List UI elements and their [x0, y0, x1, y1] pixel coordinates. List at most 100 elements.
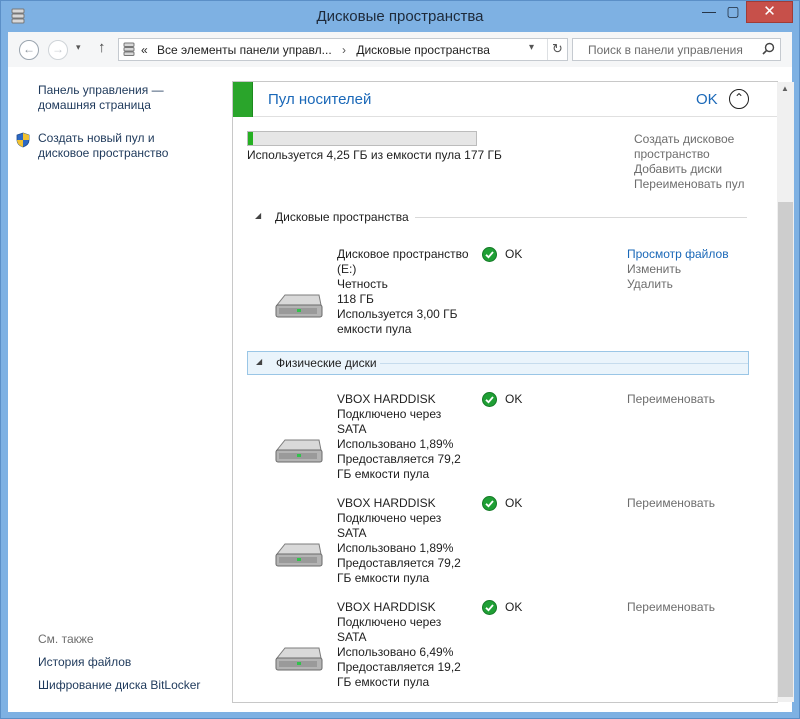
detail-line: Подключено через: [337, 615, 442, 629]
refresh-button[interactable]: ↻: [547, 39, 567, 60]
breadcrumb-overflow[interactable]: «: [141, 43, 148, 57]
pool-usage-text: Используется 4,25 ГБ из емкости пула 177…: [247, 148, 502, 162]
pool-header: Пул носителей OK ⌃: [233, 82, 777, 117]
detail-line: Предоставляется 79,2: [337, 556, 461, 570]
pool-usage-fill: [248, 132, 253, 145]
status-text: OK: [505, 600, 523, 614]
ok-check-icon: [482, 600, 497, 615]
group-divider: [380, 363, 748, 364]
detail-line: ГБ емкости пула: [337, 571, 430, 585]
status-text: OK: [505, 247, 523, 261]
pool-title: Пул носителей: [268, 91, 372, 108]
detail-line: ГБ емкости пула: [337, 675, 430, 689]
change-link[interactable]: Изменить: [627, 262, 681, 277]
status-text: OK: [505, 392, 523, 406]
disk-details: VBOX HARDDISK Подключено через SATA Испо…: [337, 496, 461, 586]
storage-space-details: Дисковое пространство (E:) Четность 118 …: [337, 247, 469, 337]
address-dropdown[interactable]: ▾: [529, 42, 534, 53]
navigation-bar: ← → ▾ ↑ « Все элементы панели управл... …: [8, 32, 792, 67]
hard-drive-icon: [275, 647, 323, 671]
search-input[interactable]: Поиск в панели управления: [588, 43, 743, 57]
breadcrumb-all-items[interactable]: Все элементы панели управл...: [157, 43, 332, 57]
scroll-up-arrow[interactable]: ▲: [781, 84, 789, 93]
create-pool-link[interactable]: Создать новый пул и дисковое пространств…: [38, 131, 168, 161]
breadcrumb: « Все элементы панели управл... › Дисков…: [141, 43, 490, 57]
rename-disk-link[interactable]: Переименовать: [627, 392, 715, 407]
link-line: Панель управления —: [38, 83, 164, 97]
rename-disk-link[interactable]: Переименовать: [627, 600, 715, 615]
rename-pool-link[interactable]: Переименовать пул: [634, 177, 745, 192]
scrollbar-thumb[interactable]: [778, 202, 793, 697]
detail-line: Дисковое пространство: [337, 247, 469, 261]
physical-disk-item[interactable]: VBOX HARDDISK Подключено через SATA Испо…: [247, 496, 749, 596]
expand-triangle-icon[interactable]: ◢: [255, 211, 261, 220]
breadcrumb-storage-spaces[interactable]: Дисковые пространства: [356, 43, 490, 57]
detail-line: Четность: [337, 277, 388, 291]
link-line: пространство: [634, 147, 710, 161]
hard-drive-icon: [275, 439, 323, 463]
link-line: домашняя страница: [38, 98, 151, 112]
bitlocker-link[interactable]: Шифрование диска BitLocker: [38, 678, 200, 693]
pool-status: OK: [696, 91, 718, 108]
back-button[interactable]: ←: [19, 40, 39, 60]
group-divider: [415, 217, 747, 218]
title-bar[interactable]: Дисковые пространства — ▢ ✕: [1, 1, 799, 32]
search-box[interactable]: Поиск в панели управления: [572, 38, 781, 61]
control-panel-home-link[interactable]: Панель управления — домашняя страница: [38, 83, 164, 113]
close-button[interactable]: ✕: [746, 1, 793, 23]
detail-line: Использовано 6,49%: [337, 645, 454, 659]
detail-line: Подключено через: [337, 407, 442, 421]
forward-button[interactable]: →: [48, 40, 68, 60]
create-space-link[interactable]: Создать дисковое пространство: [634, 132, 734, 162]
hard-drive-icon: [275, 294, 323, 318]
detail-line: SATA: [337, 422, 367, 436]
detail-line: SATA: [337, 630, 367, 644]
disk-details: VBOX HARDDISK Подключено через SATA Испо…: [337, 600, 461, 690]
detail-line: (E:): [337, 262, 357, 276]
window: Дисковые пространства — ▢ ✕ ← → ▾ ↑ « Вс…: [0, 0, 800, 719]
scrollbar[interactable]: ▲: [777, 82, 794, 702]
detail-line: емкости пула: [337, 322, 412, 336]
ok-check-icon: [482, 392, 497, 407]
pool-usage-bar: [247, 131, 477, 146]
detail-line: Предоставляется 79,2: [337, 452, 461, 466]
breadcrumb-separator[interactable]: ›: [342, 43, 346, 57]
physical-disk-item[interactable]: VBOX HARDDISK Подключено через SATA Испо…: [247, 600, 749, 700]
storage-space-item[interactable]: Дисковое пространство (E:) Четность 118 …: [247, 247, 749, 347]
detail-line: Предоставляется 19,2: [337, 660, 461, 674]
storage-icon: [123, 42, 135, 56]
physical-group-header[interactable]: ◢ Физические диски: [247, 351, 749, 375]
detail-line: Использовано 1,89%: [337, 541, 454, 555]
recent-locations-dropdown[interactable]: ▾: [76, 42, 81, 53]
pool-status-accent: [233, 82, 253, 117]
detail-line: Используется 3,00 ГБ: [337, 307, 458, 321]
ok-check-icon: [482, 247, 497, 262]
detail-line: SATA: [337, 526, 367, 540]
content-area: Панель управления — домашняя страница Со…: [8, 67, 794, 712]
detail-line: ГБ емкости пула: [337, 467, 430, 481]
physical-disk-item[interactable]: VBOX HARDDISK Подключено через SATA Испо…: [247, 392, 749, 492]
maximize-button[interactable]: ▢: [719, 1, 747, 23]
ok-check-icon: [482, 496, 497, 511]
uac-shield-icon: [16, 132, 30, 148]
delete-link[interactable]: Удалить: [627, 277, 673, 292]
search-icon[interactable]: [762, 42, 775, 55]
hard-drive-icon: [275, 543, 323, 567]
rename-disk-link[interactable]: Переименовать: [627, 496, 715, 511]
link-line: дисковое пространство: [38, 146, 169, 160]
spaces-group-header[interactable]: ◢ Дисковые пространства: [247, 206, 749, 230]
spaces-group-label: Дисковые пространства: [275, 210, 409, 224]
add-drives-link[interactable]: Добавить диски: [634, 162, 722, 177]
up-button[interactable]: ↑: [98, 39, 106, 56]
link-line: Создать новый пул и: [38, 131, 155, 145]
window-title: Дисковые пространства: [316, 8, 484, 25]
detail-line: 118 ГБ: [337, 292, 374, 306]
disk-details: VBOX HARDDISK Подключено через SATA Испо…: [337, 392, 461, 482]
view-files-link[interactable]: Просмотр файлов: [627, 247, 729, 262]
storage-pool-pane: Пул носителей OK ⌃ ▲ Используется 4,25 Г…: [232, 81, 794, 703]
collapse-button[interactable]: ⌃: [729, 89, 749, 109]
file-history-link[interactable]: История файлов: [38, 655, 131, 670]
address-bar[interactable]: « Все элементы панели управл... › Дисков…: [118, 38, 568, 61]
expand-triangle-icon[interactable]: ◢: [256, 357, 262, 366]
detail-line: VBOX HARDDISK: [337, 392, 436, 406]
